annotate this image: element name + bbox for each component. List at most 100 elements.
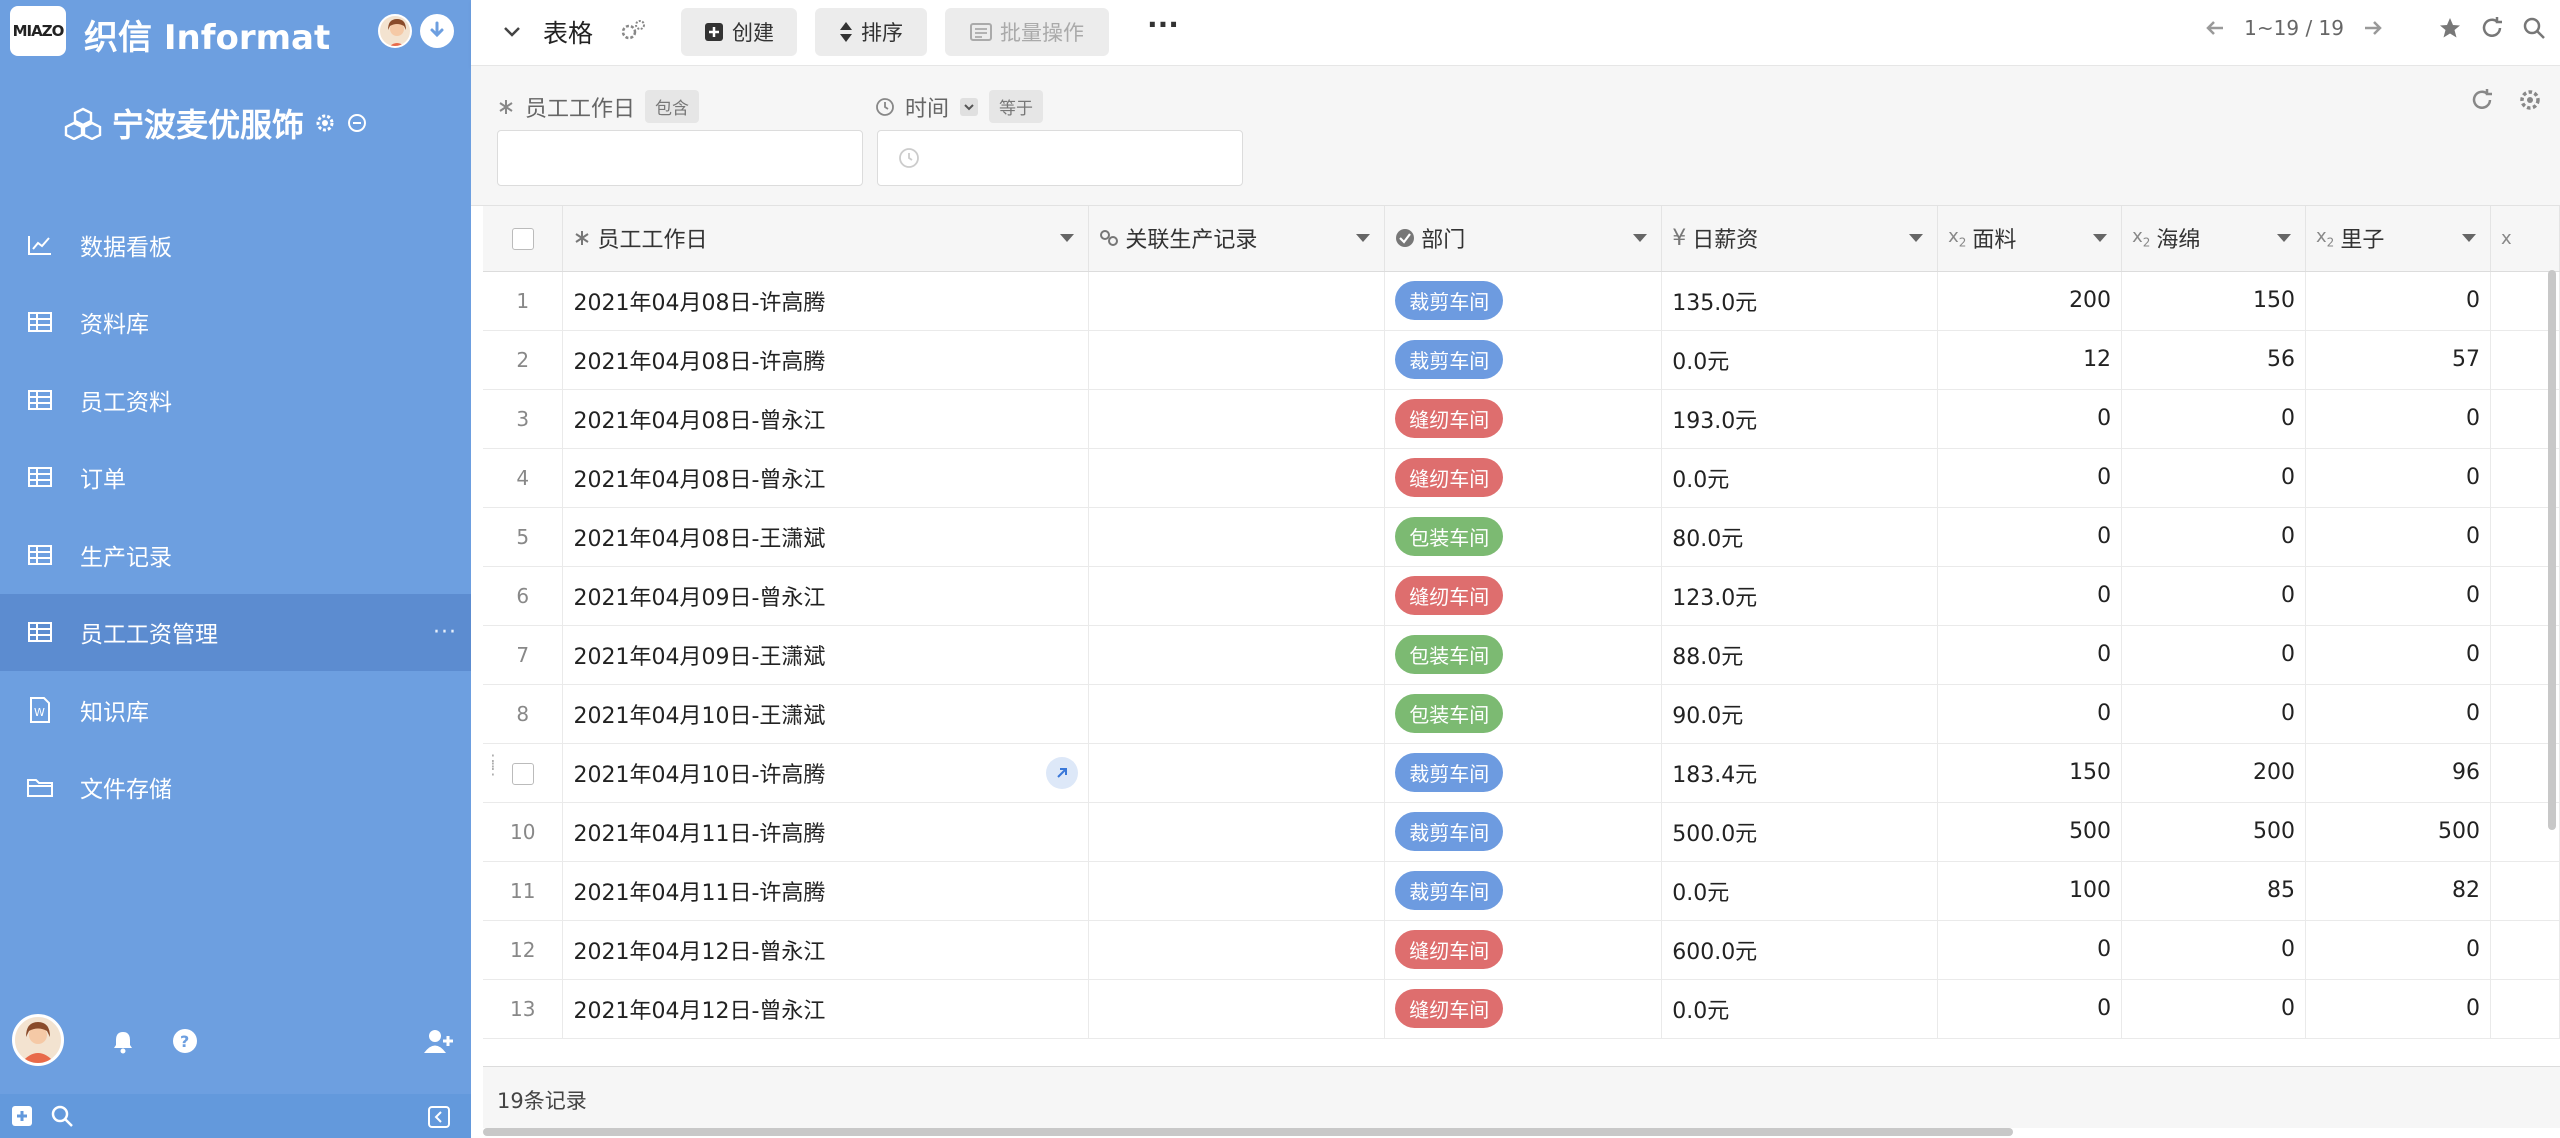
- sidebar-item-files[interactable]: 文件存储: [0, 749, 471, 827]
- cell-related-production[interactable]: [1088, 566, 1386, 626]
- cell-sponge[interactable]: 0: [2121, 566, 2307, 626]
- cell-sponge[interactable]: 0: [2121, 684, 2307, 744]
- column-header-more[interactable]: x: [2490, 206, 2560, 272]
- cell-fabric[interactable]: 200: [1937, 271, 2123, 331]
- column-header-sponge[interactable]: x2 海绵: [2121, 206, 2307, 272]
- cell-fabric[interactable]: 0: [1937, 684, 2123, 744]
- cell-lining[interactable]: 0: [2305, 920, 2491, 980]
- cell-employee-day[interactable]: 2021年04月10日-王潇斌: [562, 684, 1090, 744]
- table-row[interactable]: 10 2021年04月11日-许高腾 裁剪车间 500.0元 500 500 500: [483, 802, 2560, 862]
- search-icon[interactable]: [2522, 16, 2546, 40]
- user-avatar[interactable]: [378, 14, 412, 48]
- table-row[interactable]: 2 2021年04月08日-许高腾 裁剪车间 0.0元 12 56 57: [483, 330, 2560, 390]
- cell-department[interactable]: 缝纫车间: [1384, 979, 1663, 1039]
- cell-daily-pay[interactable]: 193.0元: [1661, 389, 1939, 449]
- cell-related-production[interactable]: [1088, 802, 1386, 862]
- cell-department[interactable]: 裁剪车间: [1384, 802, 1663, 862]
- cell-fabric[interactable]: 0: [1937, 448, 2123, 508]
- cell-employee-day[interactable]: 2021年04月11日-许高腾: [562, 802, 1090, 862]
- dropdown-square-icon[interactable]: [959, 97, 979, 117]
- cell-employee-day[interactable]: 2021年04月10日-许高腾: [562, 743, 1090, 803]
- bell-icon[interactable]: [112, 1030, 134, 1054]
- cell-lining[interactable]: 0: [2305, 271, 2491, 331]
- column-header-lining[interactable]: x2 里子: [2305, 206, 2491, 272]
- cell-related-production[interactable]: [1088, 271, 1386, 331]
- cell-fabric[interactable]: 500: [1937, 802, 2123, 862]
- download-icon[interactable]: [420, 14, 454, 48]
- column-header-department[interactable]: 部门: [1384, 206, 1663, 272]
- cell-lining[interactable]: 0: [2305, 566, 2491, 626]
- batch-operation-button[interactable]: 批量操作: [945, 8, 1109, 56]
- cell-daily-pay[interactable]: 600.0元: [1661, 920, 1939, 980]
- cell-employee-day[interactable]: 2021年04月08日-曾永江: [562, 448, 1090, 508]
- cell-fabric[interactable]: 0: [1937, 979, 2123, 1039]
- cell-department[interactable]: 裁剪车间: [1384, 861, 1663, 921]
- gear-icon[interactable]: [2518, 88, 2542, 112]
- cell-employee-day[interactable]: 2021年04月08日-王潇斌: [562, 507, 1090, 567]
- drag-handle-icon[interactable]: ⋮ ⋮: [485, 753, 501, 777]
- refresh-icon[interactable]: [2480, 16, 2504, 40]
- cell-lining[interactable]: 57: [2305, 330, 2491, 390]
- cell-fabric[interactable]: 0: [1937, 625, 2123, 685]
- caret-down-icon[interactable]: [1909, 234, 1924, 242]
- cell-sponge[interactable]: 0: [2121, 625, 2307, 685]
- cell-department[interactable]: 包装车间: [1384, 684, 1663, 744]
- table-row[interactable]: 13 2021年04月12日-曾永江 缝纫车间 0.0元 0 0 0: [483, 979, 2560, 1039]
- caret-down-icon[interactable]: [1633, 234, 1648, 242]
- cell-daily-pay[interactable]: 0.0元: [1661, 861, 1939, 921]
- cell-related-production[interactable]: [1088, 861, 1386, 921]
- cell-sponge[interactable]: 500: [2121, 802, 2307, 862]
- table-row[interactable]: 6 2021年04月09日-曾永江 缝纫车间 123.0元 0 0 0: [483, 566, 2560, 626]
- sort-button[interactable]: 排序: [815, 8, 927, 56]
- table-row[interactable]: 5 2021年04月08日-王潇斌 包装车间 80.0元 0 0 0: [483, 507, 2560, 567]
- caret-down-icon[interactable]: [2461, 234, 2476, 242]
- cell-lining[interactable]: 0: [2305, 448, 2491, 508]
- employee-day-filter-input[interactable]: [497, 130, 863, 186]
- table-row[interactable]: 2021年04月10日-许高腾 裁剪车间 183.4元 150 200 96: [483, 743, 2560, 803]
- cell-sponge[interactable]: 150: [2121, 271, 2307, 331]
- cell-department[interactable]: 缝纫车间: [1384, 920, 1663, 980]
- cell-department[interactable]: 缝纫车间: [1384, 448, 1663, 508]
- search-icon[interactable]: [50, 1104, 74, 1128]
- cell-sponge[interactable]: 0: [2121, 448, 2307, 508]
- cell-sponge[interactable]: 85: [2121, 861, 2307, 921]
- cell-daily-pay[interactable]: 0.0元: [1661, 330, 1939, 390]
- view-title[interactable]: 表格: [543, 14, 593, 50]
- workspace-header[interactable]: 宁波麦优服饰: [64, 100, 368, 146]
- collapse-sidebar-icon[interactable]: [428, 1106, 450, 1128]
- cell-related-production[interactable]: [1088, 920, 1386, 980]
- cell-fabric[interactable]: 100: [1937, 861, 2123, 921]
- cell-related-production[interactable]: [1088, 330, 1386, 390]
- cell-daily-pay[interactable]: 80.0元: [1661, 507, 1939, 567]
- column-header-employee-day[interactable]: 员工工作日: [562, 206, 1090, 272]
- create-button[interactable]: 创建: [681, 8, 797, 56]
- cell-department[interactable]: 缝纫车间: [1384, 389, 1663, 449]
- arrow-left-icon[interactable]: [2204, 17, 2226, 39]
- app-logo[interactable]: MIAZO: [10, 6, 66, 56]
- add-user-icon[interactable]: [424, 1028, 454, 1054]
- filter-operator[interactable]: 包含: [645, 90, 700, 123]
- column-header-daily-pay[interactable]: ¥ 日薪资: [1661, 206, 1939, 272]
- cell-fabric[interactable]: 12: [1937, 330, 2123, 390]
- cell-employee-day[interactable]: 2021年04月12日-曾永江: [562, 979, 1090, 1039]
- more-icon[interactable]: ···: [433, 620, 457, 645]
- cell-employee-day[interactable]: 2021年04月11日-许高腾: [562, 861, 1090, 921]
- caret-down-icon[interactable]: [2093, 234, 2108, 242]
- caret-down-icon[interactable]: [1060, 234, 1075, 242]
- cell-employee-day[interactable]: 2021年04月08日-许高腾: [562, 330, 1090, 390]
- cell-fabric[interactable]: 0: [1937, 507, 2123, 567]
- cell-daily-pay[interactable]: 88.0元: [1661, 625, 1939, 685]
- cell-daily-pay[interactable]: 123.0元: [1661, 566, 1939, 626]
- cell-lining[interactable]: 0: [2305, 625, 2491, 685]
- sidebar-item-library[interactable]: 资料库: [0, 284, 471, 362]
- table-row[interactable]: 11 2021年04月11日-许高腾 裁剪车间 0.0元 100 85 82: [483, 861, 2560, 921]
- sidebar-item-orders[interactable]: 订单: [0, 439, 471, 517]
- cell-employee-day[interactable]: 2021年04月08日-许高腾: [562, 271, 1090, 331]
- vertical-scrollbar[interactable]: [2548, 270, 2556, 830]
- cell-related-production[interactable]: [1088, 507, 1386, 567]
- table-row[interactable]: 3 2021年04月08日-曾永江 缝纫车间 193.0元 0 0 0: [483, 389, 2560, 449]
- minus-circle-icon[interactable]: [346, 112, 368, 134]
- sidebar-item-dashboard[interactable]: 数据看板: [0, 206, 471, 284]
- cell-department[interactable]: 缝纫车间: [1384, 566, 1663, 626]
- cell-sponge[interactable]: 0: [2121, 920, 2307, 980]
